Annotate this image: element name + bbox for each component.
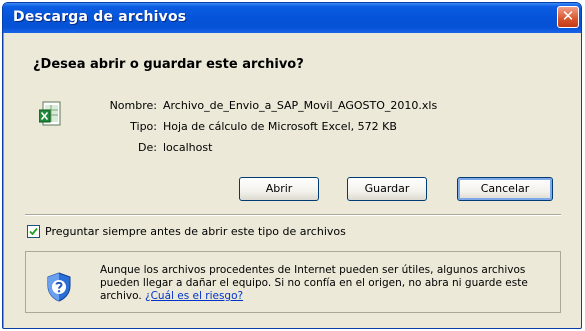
security-shield-icon: [47, 272, 71, 302]
ask-always-label[interactable]: Preguntar siempre antes de abrir este ti…: [45, 225, 346, 238]
close-button[interactable]: ✕: [557, 6, 579, 28]
title-bar[interactable]: Descarga de archivos ✕: [3, 3, 581, 33]
file-type-label: Tipo:: [130, 120, 157, 133]
separator: [25, 214, 561, 216]
window-title: Descarga de archivos: [13, 9, 187, 25]
file-origin-value: localhost: [163, 141, 213, 154]
file-name-value: Archivo_de_Envio_a_SAP_Movil_AGOSTO_2010…: [163, 99, 438, 112]
file-name-label: Nombre:: [109, 99, 157, 112]
open-button[interactable]: Abrir: [239, 177, 319, 201]
checkmark-icon: [29, 227, 38, 236]
excel-file-icon: [39, 101, 61, 126]
ask-always-checkbox[interactable]: [27, 225, 40, 238]
cancel-button[interactable]: Cancelar: [457, 177, 553, 201]
warning-box: Aunque los archivos procedentes de Inter…: [25, 251, 561, 313]
file-type-value: Hoja de cálculo de Microsoft Excel, 572 …: [163, 120, 397, 133]
open-button-label: Abrir: [265, 182, 293, 195]
file-origin-label: De:: [138, 141, 157, 154]
close-icon: ✕: [561, 7, 575, 25]
download-dialog: Descarga de archivos ✕ ¿Desea abrir o gu…: [2, 2, 582, 329]
cancel-button-label: Cancelar: [480, 182, 530, 195]
dialog-question: ¿Desea abrir o guardar este archivo?: [33, 57, 304, 72]
risk-link[interactable]: ¿Cuál es el riesgo?: [145, 290, 243, 302]
warning-text-block: Aunque los archivos procedentes de Inter…: [100, 264, 540, 303]
save-button[interactable]: Guardar: [347, 177, 427, 201]
save-button-label: Guardar: [364, 182, 410, 195]
